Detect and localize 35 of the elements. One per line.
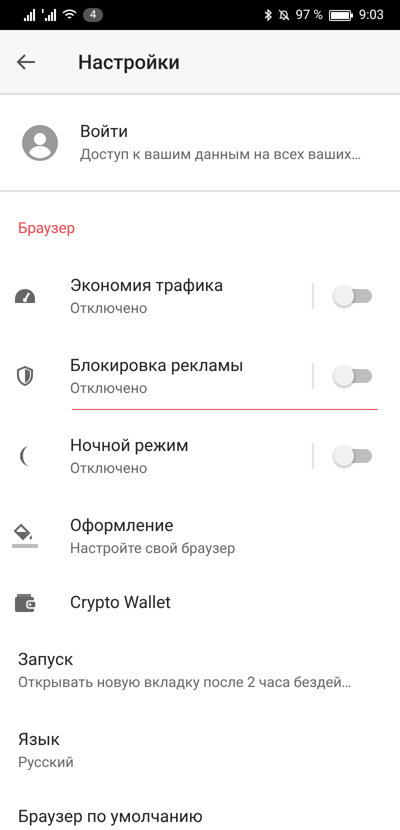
- setting-title[interactable]: Блокировка рекламы: [70, 356, 312, 376]
- setting-subtitle: Отключено: [70, 380, 148, 396]
- bluetooth-icon: [264, 9, 272, 21]
- wifi-icon: [62, 9, 77, 21]
- setting-title[interactable]: Запуск: [18, 650, 400, 670]
- notification-badge: 4: [83, 8, 104, 22]
- page-title: Настройки: [78, 50, 180, 74]
- setting-title[interactable]: Экономия трафика: [70, 276, 312, 296]
- setting-title[interactable]: Язык: [18, 730, 400, 750]
- toggle-switch[interactable]: [334, 366, 372, 386]
- shield-icon: [16, 366, 34, 386]
- setting-title[interactable]: Оформление: [70, 516, 400, 536]
- setting-subtitle: Открывать новую вкладку после 2 часа бездей…: [18, 674, 352, 690]
- signal-icon: [24, 9, 36, 21]
- toggle-switch[interactable]: [334, 446, 372, 466]
- section-header: Браузер: [18, 219, 76, 237]
- setting-subtitle: Русский: [18, 754, 75, 770]
- battery-icon: [328, 10, 353, 20]
- setting-title[interactable]: Crypto Wallet: [70, 593, 400, 613]
- wallet-icon: [14, 593, 36, 613]
- setting-subtitle: Отключено: [70, 300, 148, 316]
- sign-in-subtitle: Доступ к вашим данным на всех ваших…: [80, 146, 362, 163]
- setting-subtitle: Настройте свой браузер: [70, 540, 236, 556]
- muted-bell-icon: [278, 9, 290, 21]
- setting-subtitle: Отключено: [70, 460, 148, 476]
- battery-percentage: 97 %: [296, 8, 323, 22]
- avatar-icon: [22, 124, 58, 160]
- speedometer-icon: [14, 288, 36, 304]
- paint-bucket-icon: [11, 523, 39, 549]
- clock-time: 9:03: [358, 8, 384, 22]
- sign-in-title[interactable]: Войти: [80, 122, 362, 142]
- signal-icon: [42, 9, 56, 21]
- setting-title[interactable]: Браузер по умолчанию: [18, 807, 400, 827]
- toggle-switch[interactable]: [334, 286, 372, 306]
- setting-title[interactable]: Ночной режим: [70, 436, 312, 456]
